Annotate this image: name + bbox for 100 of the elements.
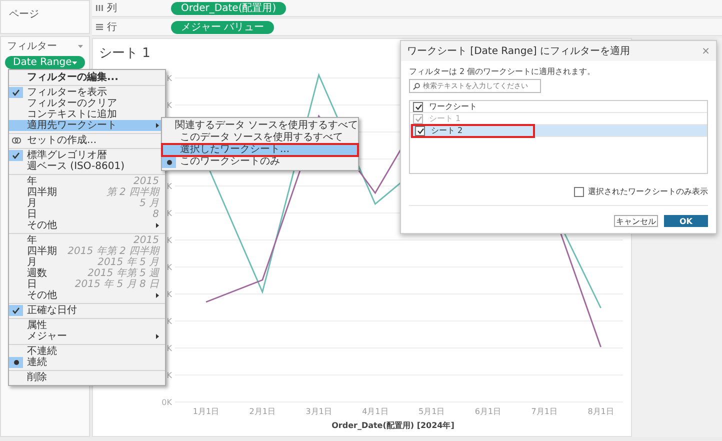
menu-item[interactable]: その他 xyxy=(9,220,165,231)
axis-tick-label: K xyxy=(166,74,172,83)
menu-item[interactable]: 削除 xyxy=(9,372,165,383)
search-icon xyxy=(413,82,420,90)
axis-tick-label: K xyxy=(166,263,172,272)
axis-tick-label: 0K xyxy=(162,398,172,407)
axis-title: Order_Date(配置用) [2024年] xyxy=(332,421,454,430)
menu-item-value: 第 2 四半期 xyxy=(106,187,159,198)
axis-tick-label: K xyxy=(166,209,172,218)
submenu-arrow-icon xyxy=(156,223,159,228)
menu-item[interactable]: 日 2015 年 5 月 8 日 xyxy=(9,279,165,290)
menu-item[interactable]: 月 5 月 xyxy=(9,198,165,209)
menu-item[interactable]: 年 2015 xyxy=(9,176,165,187)
menu-item-label: 週ベース (ISO-8601) xyxy=(27,161,124,172)
menu-item[interactable]: 四半期 第 2 四半期 xyxy=(9,187,165,198)
dialog-title: ワークシート [Date Range] にフィルターを適用 xyxy=(407,44,630,58)
menu-item-label: 四半期 xyxy=(27,187,57,198)
axis-tick-label: 5月1日 xyxy=(418,407,445,416)
menu-item-value: 8 xyxy=(152,209,159,220)
menu-item-label: 月 xyxy=(27,198,37,209)
checkbox[interactable] xyxy=(413,102,423,112)
menu-item-label: セットの作成... xyxy=(27,135,97,146)
list-row[interactable]: シート 2 xyxy=(410,125,707,137)
menu-item-label: 削除 xyxy=(27,372,47,383)
axis-tick-label: K xyxy=(166,290,172,299)
menu-item-value: 2015 年第 2 四半期 xyxy=(68,246,159,257)
checkmark-icon xyxy=(12,307,20,314)
menu-item[interactable]: フィルターのクリア xyxy=(9,98,165,109)
caret-icon xyxy=(72,60,77,64)
rows-icon xyxy=(96,24,103,30)
menu-item-value: 2015 xyxy=(134,176,159,187)
row-label: シート 1 xyxy=(429,113,461,124)
menu-item[interactable]: 月 2015 年 5 月 xyxy=(9,257,165,268)
panel-label: ページ xyxy=(9,9,39,20)
menu-item[interactable]: 連続 xyxy=(9,357,165,368)
menu-item-label: 四半期 xyxy=(27,246,57,257)
menu-item-label: その他 xyxy=(27,220,57,231)
menu-item[interactable]: 年 2015 xyxy=(9,235,165,246)
menu-item[interactable]: 週数 2015 年第 5 週 xyxy=(9,268,165,279)
menu-item-label: このワークシートのみ xyxy=(180,156,280,168)
axis-tick-label: 4月1日 xyxy=(362,407,388,416)
menu-item-label: 日 xyxy=(27,279,37,290)
menu-item-value: 2015 年 5 月 8 日 xyxy=(74,279,159,290)
menu-item[interactable]: セットの作成... xyxy=(9,135,165,146)
menu-item[interactable]: 週ベース (ISO-8601) xyxy=(9,161,165,172)
menu-item-label: 週数 xyxy=(27,268,47,279)
radio-dot-icon xyxy=(166,160,172,164)
ok-button[interactable]: OK xyxy=(664,215,708,227)
menu-item-label: 正確な日付 xyxy=(27,305,77,316)
menu-item[interactable]: このデータ ソースを使用するすべて xyxy=(162,132,358,144)
menu-item-label: その他 xyxy=(27,290,57,301)
checkmark-icon xyxy=(12,89,20,96)
pill-label: Date Range xyxy=(13,56,72,69)
axis-tick-label: 1月1日 xyxy=(192,407,220,416)
menu-item-value: 2015 xyxy=(134,235,159,246)
row-label: シート 2 xyxy=(431,125,463,136)
menu-item[interactable]: このワークシートのみ xyxy=(162,156,358,168)
radio-dot-icon xyxy=(14,360,18,365)
menu-item[interactable]: その他 xyxy=(9,290,165,301)
cancel-button[interactable]: キャンセル xyxy=(614,215,658,227)
axis-tick-label: K xyxy=(166,317,172,326)
menu-item-label: メジャー xyxy=(27,331,67,342)
menu-item[interactable]: フィルターを表示 xyxy=(9,87,165,98)
column-header: ワークシート xyxy=(429,101,477,112)
menu-item-label: 連続 xyxy=(27,357,47,368)
axis-tick-label: K xyxy=(166,236,172,245)
menu-item[interactable]: コンテキストに追加 xyxy=(9,109,165,120)
submenu-arrow-icon xyxy=(156,334,159,339)
menu-item-label: 属性 xyxy=(27,320,47,331)
set-icon xyxy=(12,137,20,144)
menu-item[interactable]: 正確な日付 xyxy=(9,305,165,316)
menu-item[interactable]: 日 8 xyxy=(9,209,165,220)
menu-item-value: 5 月 xyxy=(139,198,159,209)
menu-item[interactable]: 属性 xyxy=(9,320,165,331)
menu-item-label: コンテキストに追加 xyxy=(27,109,117,120)
menu-item-label: 不連続 xyxy=(27,346,57,357)
shelf-label: 行 xyxy=(107,21,117,34)
menu-item-label: 年 xyxy=(27,235,37,246)
menu-item-label: 標準グレゴリオ暦 xyxy=(27,150,107,161)
axis-tick-label: K xyxy=(166,182,172,191)
caret-icon xyxy=(78,44,83,48)
dialog-message: フィルターは 2 個のワークシートに適用されます。 xyxy=(409,66,596,77)
menu-item[interactable]: フィルターの編集... xyxy=(9,72,165,83)
axis-tick-label: K xyxy=(166,101,172,110)
shelf-label: 列 xyxy=(107,2,117,15)
menu-item-label: 適用先ワークシート xyxy=(27,120,117,131)
menu-item[interactable]: 不連続 xyxy=(9,346,165,357)
submenu-arrow-icon xyxy=(156,293,159,298)
checkbox[interactable] xyxy=(415,126,425,136)
panel-label: フィルター xyxy=(7,40,57,53)
checkbox[interactable] xyxy=(574,186,584,196)
axis-tick-label: K xyxy=(166,344,172,353)
sheet-title: シート 1 xyxy=(99,45,150,59)
menu-item[interactable]: メジャー xyxy=(9,331,165,342)
menu-item[interactable]: 標準グレゴリオ暦 xyxy=(9,150,165,161)
axis-tick-label: 3月1日 xyxy=(306,407,332,416)
menu-item-label: フィルターを表示 xyxy=(27,87,107,98)
submenu-arrow-icon xyxy=(156,123,159,128)
menu-item[interactable]: 四半期 2015 年第 2 四半期 xyxy=(9,246,165,257)
menu-item-label: 月 xyxy=(27,257,37,268)
